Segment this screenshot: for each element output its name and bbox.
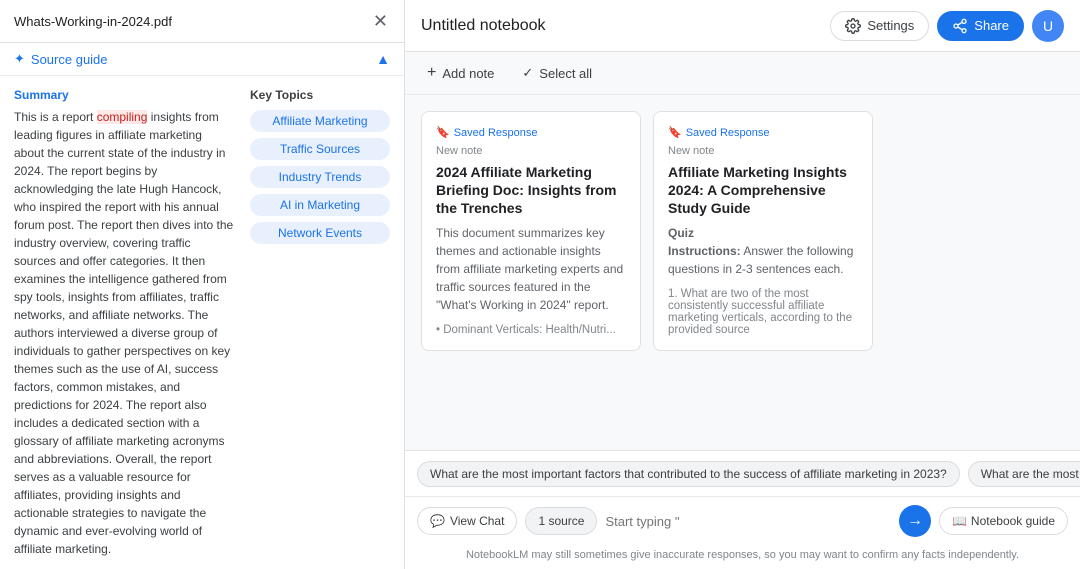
source-guide-bar: ✦ Source guide ▲	[0, 43, 404, 76]
note-item-1: • Dominant Verticals: Health/Nutri...	[436, 324, 626, 336]
suggestion-chip-2[interactable]: What are the most common mistakes that a…	[968, 461, 1080, 487]
right-header: Untitled notebook Settings Share U	[405, 0, 1080, 52]
left-header: Whats-Working-in-2024.pdf ✕	[0, 0, 404, 43]
topic-chips: Affiliate Marketing Traffic Sources Indu…	[250, 110, 390, 244]
topic-chip-industry[interactable]: Industry Trends	[250, 166, 390, 188]
share-button[interactable]: Share	[937, 11, 1024, 41]
chat-icon: 💬	[430, 514, 445, 528]
settings-label: Settings	[867, 18, 914, 33]
avatar[interactable]: U	[1032, 10, 1064, 42]
bottom-bar: What are the most important factors that…	[405, 450, 1080, 569]
disclaimer-note: NotebookLM may still sometimes give inac…	[405, 545, 1080, 569]
saved-response-label-2: 🔖 Saved Response	[668, 126, 858, 139]
summary-left: Summary This is a report compiling insig…	[14, 88, 234, 558]
suggestion-chip-1[interactable]: What are the most important factors that…	[417, 461, 960, 487]
toolbar: + Add note ✓ Select all	[405, 52, 1080, 95]
close-button[interactable]: ✕	[371, 10, 390, 32]
select-all-label: Select all	[539, 66, 592, 81]
source-guide-left[interactable]: ✦ Source guide	[14, 51, 108, 67]
send-button[interactable]: →	[899, 505, 931, 537]
topic-chip-network[interactable]: Network Events	[250, 222, 390, 244]
note-card-2[interactable]: 🔖 Saved Response New note Affiliate Mark…	[653, 111, 873, 351]
source-count: 1 source	[538, 514, 584, 528]
new-note-label-1: New note	[436, 145, 626, 157]
view-chat-button[interactable]: 💬 View Chat	[417, 507, 517, 535]
bookmark-icon-2: 🔖	[668, 126, 682, 139]
bookmark-icon-1: 🔖	[436, 126, 450, 139]
new-note-label-2: New note	[668, 145, 858, 157]
input-row: 💬 View Chat 1 source → 📖 Notebook guide	[405, 497, 1080, 545]
source-badge[interactable]: 1 source	[525, 507, 597, 535]
source-guide-label: Source guide	[31, 52, 108, 67]
left-panel: Whats-Working-in-2024.pdf ✕ ✦ Source gui…	[0, 0, 405, 569]
key-topics-label: Key Topics	[250, 88, 390, 102]
note-question-1: 1. What are two of the most consistently…	[668, 288, 858, 336]
check-icon: ✓	[522, 65, 533, 81]
add-note-button[interactable]: + Add note	[421, 60, 500, 86]
note-card-1[interactable]: 🔖 Saved Response New note 2024 Affiliate…	[421, 111, 641, 351]
note-body-2: Quiz Instructions: Answer the following …	[668, 224, 858, 278]
topic-chip-affiliate[interactable]: Affiliate Marketing	[250, 110, 390, 132]
summary-right: Key Topics Affiliate Marketing Traffic S…	[250, 88, 390, 558]
note-title-2: Affiliate Marketing Insights 2024: A Com…	[668, 163, 858, 218]
add-note-label: Add note	[442, 66, 494, 81]
highlight-word: compiling	[97, 110, 148, 124]
send-icon: →	[907, 512, 923, 530]
note-body-1: This document summarizes key themes and …	[436, 224, 626, 314]
note-title-1: 2024 Affiliate Marketing Briefing Doc: I…	[436, 163, 626, 218]
saved-response-label-1: 🔖 Saved Response	[436, 126, 626, 139]
notebook-guide-button[interactable]: 📖 Notebook guide	[939, 507, 1068, 535]
summary-text: This is a report compiling insights from…	[14, 108, 234, 558]
view-chat-label: View Chat	[450, 514, 504, 528]
notes-area: 🔖 Saved Response New note 2024 Affiliate…	[405, 95, 1080, 450]
select-all-button[interactable]: ✓ Select all	[516, 61, 598, 85]
chat-input[interactable]	[605, 514, 891, 529]
suggestions-row: What are the most important factors that…	[405, 451, 1080, 497]
share-icon	[952, 18, 968, 34]
chevron-up-icon[interactable]: ▲	[376, 51, 390, 67]
pdf-filename: Whats-Working-in-2024.pdf	[14, 14, 172, 29]
topic-chip-traffic[interactable]: Traffic Sources	[250, 138, 390, 160]
sparkle-icon: ✦	[14, 51, 25, 67]
right-header-actions: Settings Share U	[830, 10, 1064, 42]
topic-chip-ai[interactable]: AI in Marketing	[250, 194, 390, 216]
share-label: Share	[974, 18, 1009, 33]
notebook-guide-label: Notebook guide	[971, 514, 1055, 528]
plus-icon: +	[427, 64, 436, 82]
summary-label: Summary	[14, 88, 234, 102]
notebook-title: Untitled notebook	[421, 17, 546, 35]
settings-button[interactable]: Settings	[830, 11, 929, 41]
summary-section: Summary This is a report compiling insig…	[0, 76, 404, 569]
right-panel: Untitled notebook Settings Share U + Add…	[405, 0, 1080, 569]
settings-icon	[845, 18, 861, 34]
book-icon: 📖	[952, 514, 967, 528]
